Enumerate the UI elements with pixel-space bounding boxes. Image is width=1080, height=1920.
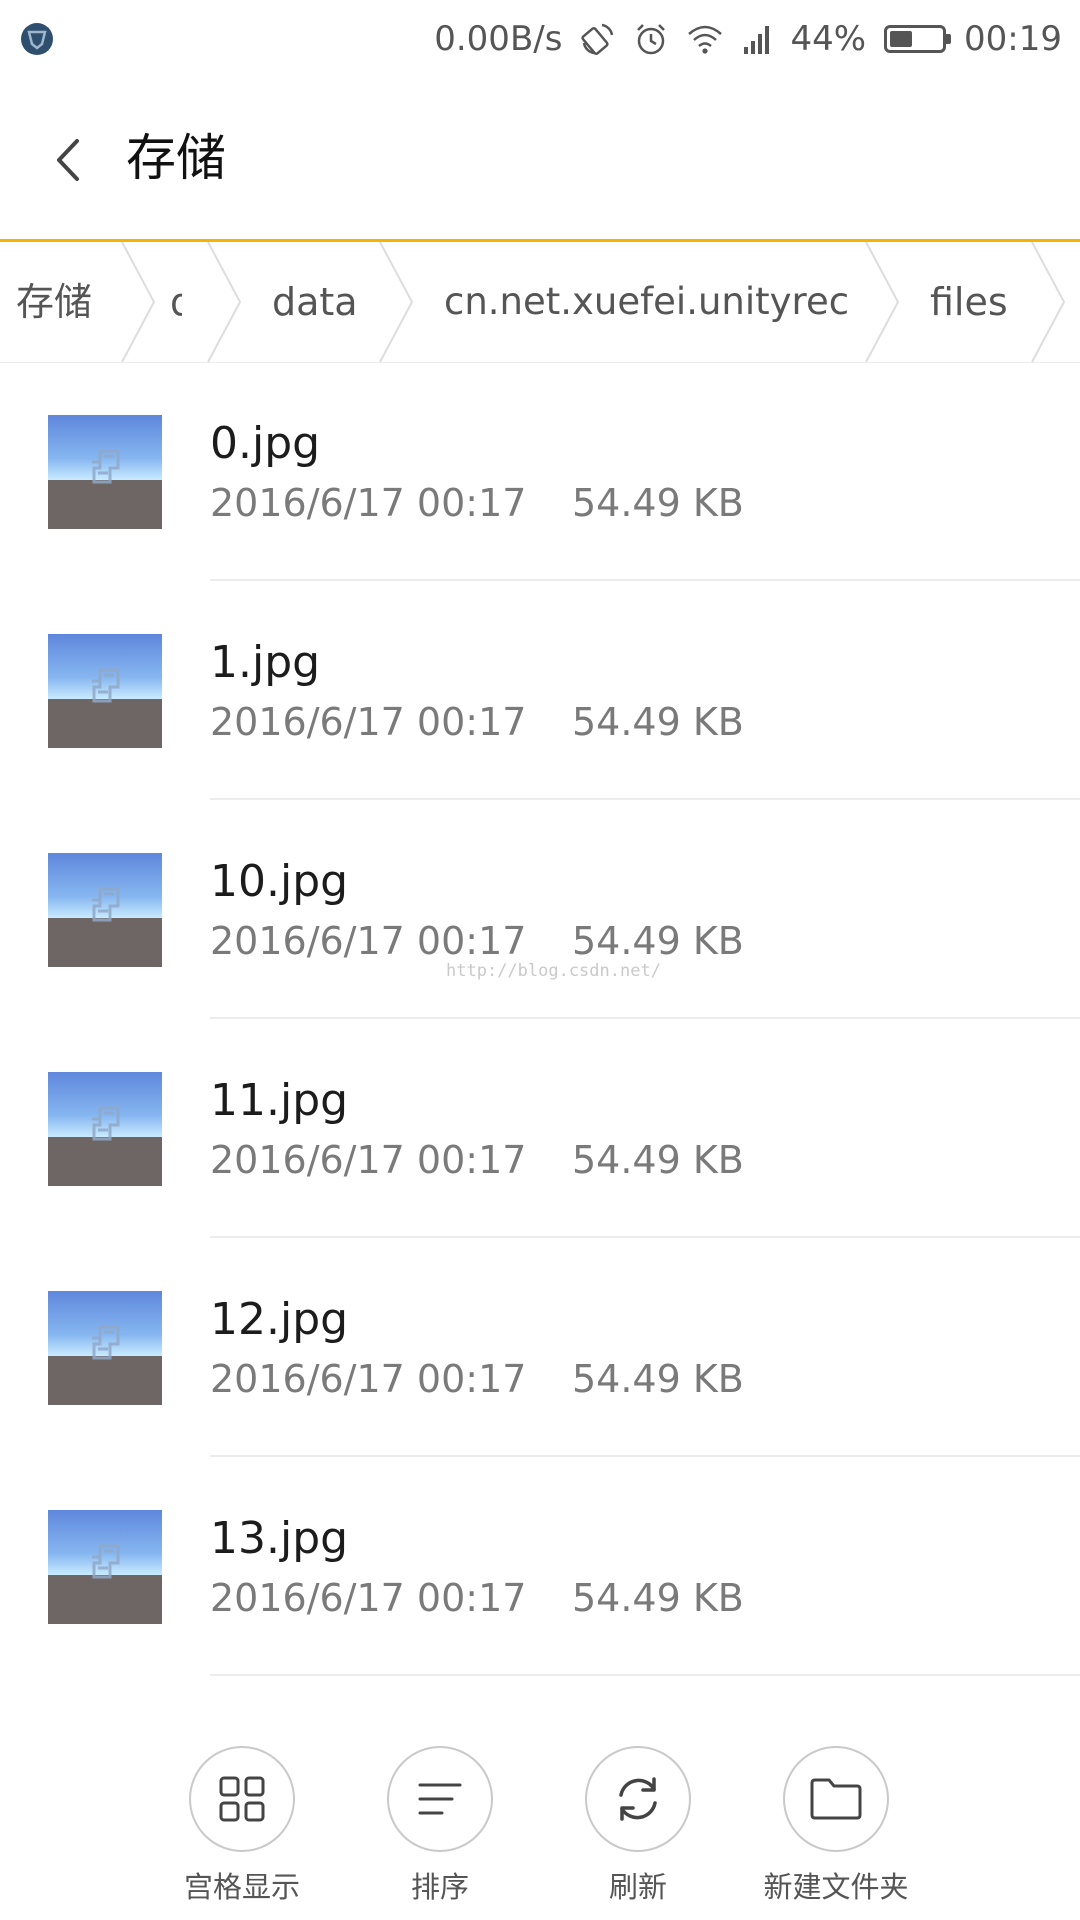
app-notification-icon [21, 23, 53, 55]
status-bar: 0.00B/s 44% 00:19 [0, 0, 1080, 78]
grid-view-icon [219, 1776, 265, 1822]
file-name: 12.jpg [210, 1294, 349, 1345]
file-date: 2016/6/17 00:17 [210, 1357, 527, 1401]
file-size: 54.49 KB [572, 700, 744, 744]
file-size: 54.49 KB [572, 1576, 744, 1620]
file-row[interactable]: 11.jpg 2016/6/17 00:17 54.49 KB [0, 1019, 1080, 1238]
breadcrumb-separator-icon [121, 242, 156, 362]
grid-view-button[interactable]: 宫格显示 [142, 1746, 342, 1906]
file-size: 54.49 KB [572, 481, 744, 525]
file-size: 54.49 KB [572, 1357, 744, 1401]
breadcrumb: 存储 d data cn.net.xuefei.unityrec files [0, 242, 1080, 363]
breadcrumb-item-storage[interactable]: 存储 [16, 242, 92, 362]
file-name: 11.jpg [210, 1075, 349, 1126]
breadcrumb-separator-icon [865, 242, 900, 362]
file-row[interactable]: 1.jpg 2016/6/17 00:17 54.49 KB [0, 581, 1080, 800]
image-thumbnail [48, 1510, 162, 1624]
new-folder-button[interactable]: 新建文件夹 [736, 1746, 936, 1906]
image-thumbnail [48, 1291, 162, 1405]
image-thumbnail [48, 1072, 162, 1186]
file-name: 1.jpg [210, 637, 321, 688]
file-row[interactable]: 12.jpg 2016/6/17 00:17 54.49 KB [0, 1238, 1080, 1457]
watermark: http://blog.csdn.net/ [446, 961, 661, 981]
back-button[interactable] [40, 120, 96, 200]
sort-icon [418, 1783, 462, 1815]
breadcrumb-item-files[interactable]: files [930, 242, 1008, 362]
image-thumbnail [48, 853, 162, 967]
breadcrumb-item-d[interactable]: d [170, 242, 182, 362]
row-divider [210, 1674, 1080, 1676]
app-header: 存储 [0, 78, 1080, 242]
breadcrumb-item-data[interactable]: data [272, 242, 358, 362]
file-row[interactable]: 10.jpg 2016/6/17 00:17 54.49 KB [0, 800, 1080, 1019]
signal-icon [744, 26, 770, 54]
battery-percent: 44% [790, 19, 867, 59]
sort-button[interactable]: 排序 [340, 1746, 540, 1906]
grid-view-label: 宫格显示 [183, 1870, 300, 1904]
clock: 00:19 [964, 19, 1062, 59]
new-folder-label: 新建文件夹 [763, 1870, 909, 1904]
alarm-icon [637, 24, 666, 55]
breadcrumb-separator-icon [207, 242, 242, 362]
breadcrumb-separator-icon [1031, 242, 1066, 362]
rotation-icon [581, 23, 614, 56]
file-name: 10.jpg [210, 856, 349, 907]
refresh-icon [619, 1777, 657, 1821]
new-folder-icon [810, 1778, 862, 1820]
breadcrumb-separator-icon [379, 242, 414, 362]
file-name: 13.jpg [210, 1513, 349, 1564]
chevron-left-icon [57, 139, 79, 181]
battery-level [890, 31, 913, 47]
image-thumbnail [48, 415, 162, 529]
bottom-toolbar: 宫格显示 排序 刷新 新建文件夹 [0, 1710, 1080, 1920]
file-size: 54.49 KB [572, 1138, 744, 1182]
file-date: 2016/6/17 00:17 [210, 700, 527, 744]
battery-icon [884, 25, 952, 53]
breadcrumb-item-package[interactable]: cn.net.xuefei.unityrec [444, 242, 849, 362]
net-speed: 0.00B/s [434, 19, 563, 59]
wifi-icon [688, 25, 723, 54]
refresh-label: 刷新 [608, 1870, 667, 1904]
file-row[interactable]: 0.jpg 2016/6/17 00:17 54.49 KB [0, 362, 1080, 581]
image-thumbnail [48, 634, 162, 748]
sort-label: 排序 [410, 1870, 469, 1904]
page-title: 存储 [126, 129, 226, 187]
file-date: 2016/6/17 00:17 [210, 1576, 527, 1620]
file-name: 0.jpg [210, 418, 321, 469]
refresh-button[interactable]: 刷新 [538, 1746, 738, 1906]
file-date: 2016/6/17 00:17 [210, 481, 527, 525]
file-date: 2016/6/17 00:17 [210, 919, 527, 963]
file-row[interactable]: 13.jpg 2016/6/17 00:17 54.49 KB [0, 1457, 1080, 1676]
file-size: 54.49 KB [572, 919, 744, 963]
file-list: 0.jpg 2016/6/17 00:17 54.49 KB 1.jpg 201… [0, 362, 1080, 1676]
file-date: 2016/6/17 00:17 [210, 1138, 527, 1182]
